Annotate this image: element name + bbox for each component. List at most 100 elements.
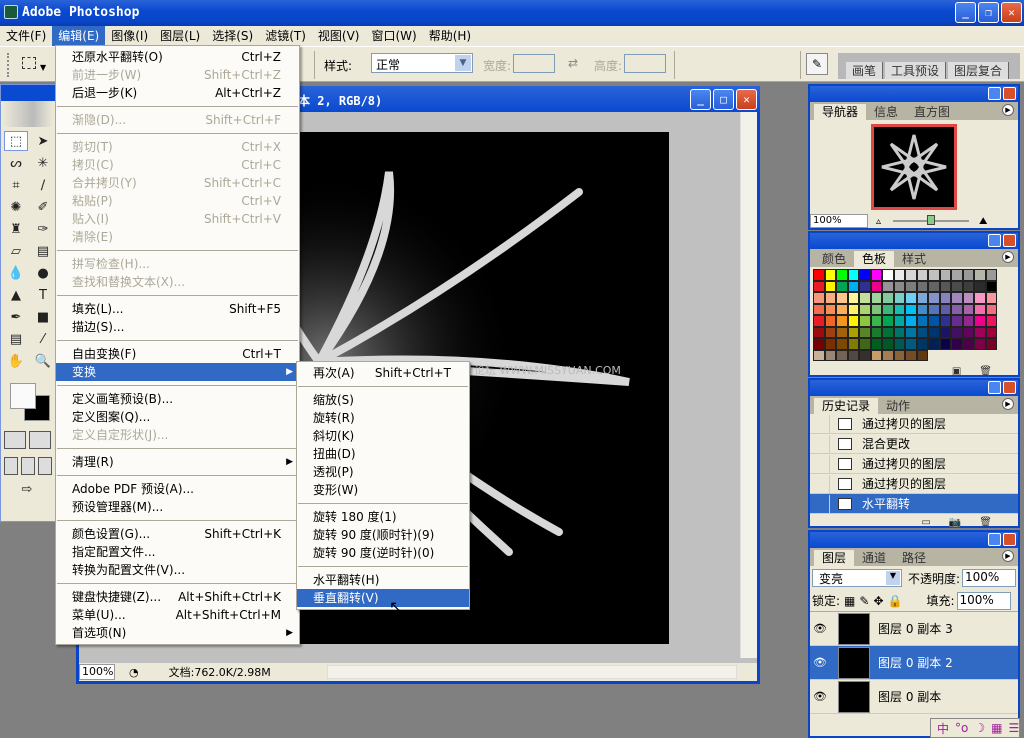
- color-swatch[interactable]: [962, 280, 974, 292]
- fill-input[interactable]: 100%: [956, 591, 1011, 610]
- tab-layers[interactable]: 图层: [814, 550, 855, 566]
- color-swatch[interactable]: [916, 280, 928, 292]
- color-swatch[interactable]: [939, 303, 951, 315]
- menu-item[interactable]: 转换为配置文件(V)...: [56, 561, 299, 579]
- menu-help[interactable]: 帮助(H): [423, 26, 477, 46]
- tab-styles[interactable]: 样式: [894, 251, 934, 267]
- quick-mask-mode-icon[interactable]: [29, 431, 51, 449]
- color-swatch[interactable]: [928, 269, 940, 281]
- new-document-icon[interactable]: ▭: [921, 517, 930, 528]
- chevron-down-icon[interactable]: ▼: [455, 55, 471, 71]
- panel-minimize-button[interactable]: [988, 234, 1001, 247]
- color-swatch[interactable]: [859, 338, 871, 350]
- marquee-tool-icon[interactable]: ⬚: [4, 131, 28, 151]
- snapshot-source-checkbox[interactable]: [810, 414, 830, 433]
- screen-mode-standard-icon[interactable]: [4, 457, 18, 475]
- color-swatch[interactable]: [928, 326, 940, 338]
- color-swatch[interactable]: [962, 292, 974, 304]
- history-item[interactable]: 通过拷贝的图层: [810, 454, 1018, 474]
- menu-item[interactable]: 粘贴(P) Ctrl+V: [56, 192, 299, 210]
- menu-item[interactable]: 清理(R) ▶: [56, 453, 299, 471]
- history-brush-tool-icon[interactable]: ✑: [31, 219, 55, 239]
- menu-file[interactable]: 文件(F): [0, 26, 52, 46]
- color-swatch[interactable]: [974, 303, 986, 315]
- color-swatch[interactable]: [985, 303, 997, 315]
- panel-minimize-button[interactable]: [988, 87, 1001, 100]
- lock-all-icon[interactable]: 🔒: [888, 594, 903, 608]
- color-swatch[interactable]: [882, 315, 894, 327]
- menu-item[interactable]: 变换 ▶: [56, 363, 299, 381]
- color-swatch[interactable]: [939, 326, 951, 338]
- menu-item[interactable]: 还原水平翻转(O) Ctrl+Z: [56, 48, 299, 66]
- snapshot-source-checkbox[interactable]: [810, 494, 830, 513]
- menu-item[interactable]: 前进一步(W) Shift+Ctrl+Z: [56, 66, 299, 84]
- color-swatch[interactable]: [824, 315, 836, 327]
- panel-close-button[interactable]: [1003, 381, 1016, 394]
- color-swatch[interactable]: [951, 280, 963, 292]
- color-swatch[interactable]: [916, 269, 928, 281]
- color-swatch[interactable]: [882, 326, 894, 338]
- color-swatch[interactable]: [893, 349, 905, 361]
- color-swatch[interactable]: [951, 315, 963, 327]
- color-swatch[interactable]: [893, 280, 905, 292]
- zoom-field[interactable]: 100%: [79, 664, 115, 680]
- color-swatch[interactable]: [836, 338, 848, 350]
- crop-tool-icon[interactable]: ⌗: [4, 175, 28, 195]
- restore-button[interactable]: ❐: [978, 2, 999, 23]
- eye-icon[interactable]: 👁: [810, 622, 830, 635]
- panel-menu-icon[interactable]: ▶: [1002, 398, 1014, 410]
- ime-keyboard-icon[interactable]: ▦: [991, 721, 1002, 735]
- color-swatch[interactable]: [974, 269, 986, 281]
- color-swatch[interactable]: [905, 349, 917, 361]
- screen-mode-full-icon[interactable]: [38, 457, 52, 475]
- slice-tool-icon[interactable]: ∕: [31, 175, 55, 195]
- color-swatch[interactable]: [882, 280, 894, 292]
- color-swatch[interactable]: [985, 269, 997, 281]
- color-swatch[interactable]: [813, 280, 825, 292]
- doc-maximize-button[interactable]: □: [713, 89, 734, 110]
- opacity-input[interactable]: 100%: [962, 569, 1016, 587]
- color-swatch[interactable]: [905, 338, 917, 350]
- color-swatch[interactable]: [893, 292, 905, 304]
- type-tool-icon[interactable]: T: [31, 285, 55, 305]
- color-swatch[interactable]: [859, 303, 871, 315]
- color-swatch[interactable]: [916, 292, 928, 304]
- panel-header[interactable]: [810, 233, 1018, 249]
- color-swatch[interactable]: [974, 280, 986, 292]
- panel-header[interactable]: [810, 86, 1018, 102]
- panel-close-button[interactable]: [1003, 234, 1016, 247]
- menu-select[interactable]: 选择(S): [206, 26, 259, 46]
- snapshot-source-checkbox[interactable]: [810, 454, 830, 473]
- color-swatch[interactable]: [939, 315, 951, 327]
- history-item[interactable]: 通过拷贝的图层: [810, 474, 1018, 494]
- color-swatch[interactable]: [962, 303, 974, 315]
- color-swatch[interactable]: [847, 349, 859, 361]
- color-swatch[interactable]: [813, 349, 825, 361]
- color-swatch[interactable]: [847, 303, 859, 315]
- color-swatch[interactable]: [928, 280, 940, 292]
- color-swatch[interactable]: [813, 338, 825, 350]
- zoom-slider[interactable]: [893, 215, 970, 225]
- foreground-color[interactable]: [10, 383, 36, 409]
- color-swatch[interactable]: [962, 338, 974, 350]
- panel-minimize-button[interactable]: [988, 533, 1001, 546]
- color-swatch[interactable]: [905, 326, 917, 338]
- color-swatch[interactable]: [893, 269, 905, 281]
- color-swatch[interactable]: [893, 338, 905, 350]
- menu-item[interactable]: 旋转(R): [297, 409, 469, 427]
- color-swatch[interactable]: [985, 292, 997, 304]
- snapshot-source-checkbox[interactable]: [810, 434, 830, 453]
- brush-tool-icon[interactable]: ✐: [31, 197, 55, 217]
- toolbar-grip[interactable]: [7, 53, 9, 77]
- menu-item[interactable]: 合并拷贝(Y) Shift+Ctrl+C: [56, 174, 299, 192]
- menu-item[interactable]: 描边(S)...: [56, 318, 299, 336]
- menu-item[interactable]: 拷贝(C) Ctrl+C: [56, 156, 299, 174]
- layer-row[interactable]: 👁 图层 0 副本 3: [810, 612, 1018, 646]
- menu-item[interactable]: 自由变换(F) Ctrl+T: [56, 345, 299, 363]
- tab-paths[interactable]: 路径: [894, 550, 934, 566]
- color-swatch[interactable]: [974, 338, 986, 350]
- color-swatch[interactable]: [813, 303, 825, 315]
- menu-item[interactable]: 旋转 90 度(逆时针)(0): [297, 544, 469, 562]
- tab-channels[interactable]: 通道: [854, 550, 894, 566]
- path-selection-tool-icon[interactable]: ▲: [4, 285, 28, 305]
